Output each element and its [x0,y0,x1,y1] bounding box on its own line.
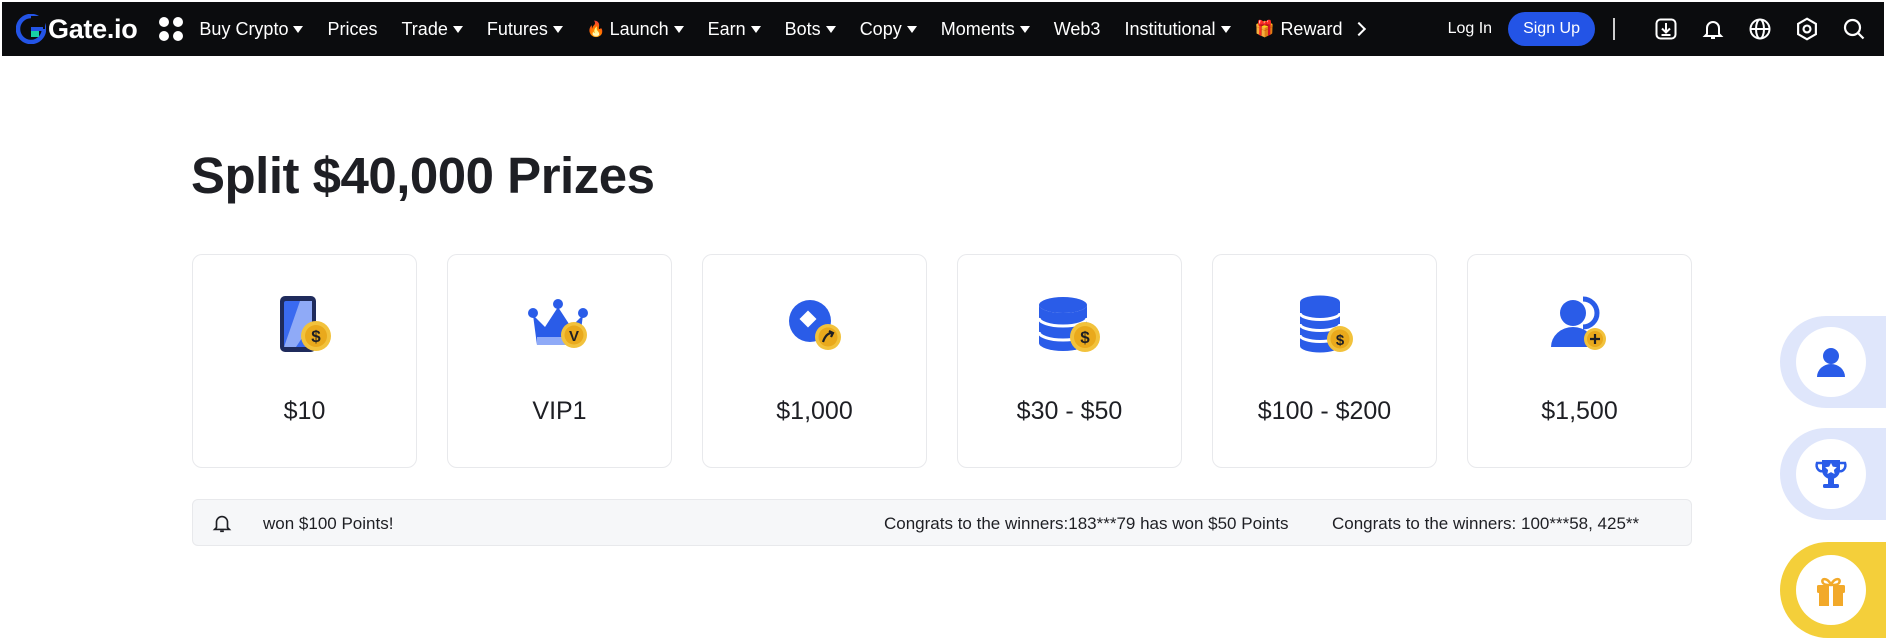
login-link[interactable]: Log In [1448,20,1492,38]
nav-trade[interactable]: Trade [401,19,463,40]
prize-card[interactable]: $ $30 - $50 [957,254,1182,468]
prize-card[interactable]: $1,500 [1467,254,1692,468]
floating-gift-button[interactable] [1780,542,1886,638]
coin-stack-icon: $ [1037,297,1100,352]
prize-value: $100 - $200 [1257,397,1392,425]
caret-down-icon [293,25,304,33]
signup-button[interactable]: Sign Up [1508,12,1595,46]
user-icon [1796,327,1866,397]
nav-earn[interactable]: Earn [708,19,761,40]
caret-down-icon [673,25,684,33]
flame-icon: 🔥 [586,21,606,38]
search-icon[interactable] [1840,15,1868,43]
ticker-message: Congrats to the winners:183***79 has won… [884,514,1289,533]
gift-icon: 🎁 [1254,21,1275,38]
nav-launch[interactable]: 🔥 Launch [587,19,684,40]
main-menu: Buy Crypto Prices Trade Futures 🔥 Launch … [199,2,1388,56]
svg-text:$: $ [1335,332,1344,349]
caret-down-icon [825,25,836,33]
prize-cards: $ $10 V VIP1 $1,000 $ $30 - $50 $ $100 -… [192,254,1722,468]
prize-value: $1,000 [776,397,853,425]
prize-value: $10 [283,397,326,425]
nav-reward[interactable]: 🎁 Reward [1254,19,1367,40]
globe-icon[interactable] [1746,15,1774,43]
prize-value: VIP1 [532,397,587,425]
svg-text:V: V [568,328,578,345]
gift-box-icon [1796,555,1866,625]
bell-icon [212,515,232,533]
chevron-right-icon[interactable] [1352,21,1367,37]
prize-card[interactable]: $1,000 [702,254,927,468]
prize-value: $1,500 [1541,397,1618,425]
trophy-icon [1796,439,1866,509]
trade-coin-icon [788,300,841,350]
caret-down-icon [1019,25,1030,33]
apps-grid-icon[interactable] [159,17,184,41]
caret-down-icon [1220,25,1231,33]
bell-icon[interactable] [1699,15,1727,43]
divider [1613,18,1615,40]
nav-bots[interactable]: Bots [785,19,836,40]
top-navigation-bar: Gate.io Buy Crypto Prices Trade Futures … [2,2,1884,56]
caret-down-icon [906,25,917,33]
floating-trophy-button[interactable] [1780,428,1886,520]
prize-card[interactable]: $ $10 [192,254,417,468]
svg-text:$: $ [311,327,321,346]
settings-icon[interactable] [1793,15,1821,43]
prize-card[interactable]: $ $100 - $200 [1212,254,1437,468]
phone-coin-icon: $ [279,296,331,352]
crown-vip-icon: V [527,299,588,348]
nav-futures[interactable]: Futures [487,19,563,40]
coin-tower-icon: $ [1298,295,1353,353]
prize-card[interactable]: V VIP1 [447,254,672,468]
winners-ticker: won $100 Points! Congrats to the winners… [192,499,1692,546]
page-title: Split $40,000 Prizes [191,147,655,204]
nav-copy[interactable]: Copy [860,19,917,40]
nav-institutional[interactable]: Institutional [1124,19,1231,40]
logo[interactable]: Gate.io [16,2,138,56]
nav-web3[interactable]: Web3 [1054,19,1101,40]
caret-down-icon [750,25,761,33]
floating-profile-button[interactable] [1780,316,1886,408]
caret-down-icon [452,25,463,33]
ticker-message: won $100 Points! [263,514,394,533]
download-icon[interactable] [1652,15,1680,43]
user-add-icon [1550,296,1606,350]
brand-name: Gate.io [48,13,138,44]
nav-prices[interactable]: Prices [327,19,377,40]
ticker-message: Congrats to the winners: 100***58, 425** [1332,514,1640,533]
gate-logo-icon [16,14,46,44]
prize-value: $30 - $50 [1016,397,1123,425]
header-actions: Log In Sign Up [1448,2,1868,56]
nav-moments[interactable]: Moments [941,19,1030,40]
caret-down-icon [552,25,563,33]
nav-buy-crypto[interactable]: Buy Crypto [199,19,304,40]
svg-text:$: $ [1080,328,1090,347]
